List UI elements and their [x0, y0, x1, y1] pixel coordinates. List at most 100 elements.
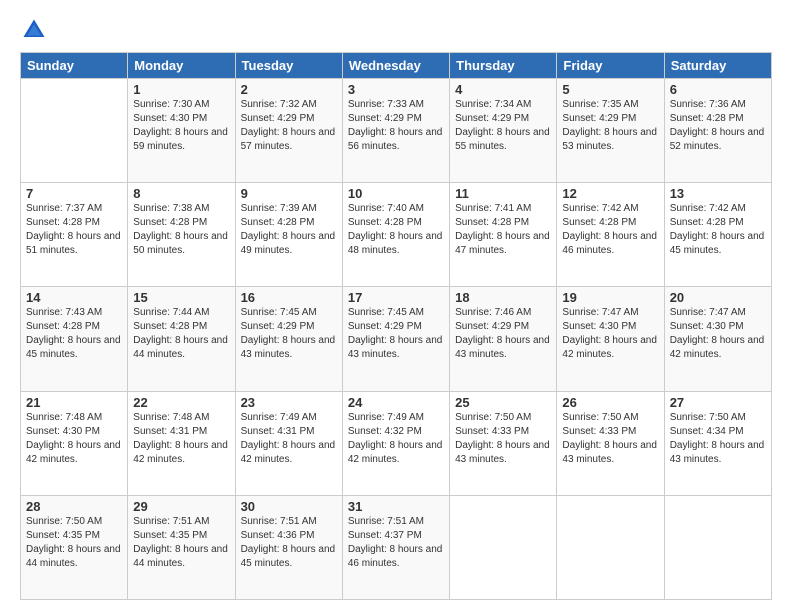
day-number: 3 [348, 82, 444, 97]
day-info: Sunrise: 7:48 AMSunset: 4:31 PMDaylight:… [133, 411, 229, 467]
calendar-cell: 14Sunrise: 7:43 AMSunset: 4:28 PMDayligh… [21, 287, 128, 391]
calendar-cell [450, 495, 557, 599]
calendar-cell: 20Sunrise: 7:47 AMSunset: 4:30 PMDayligh… [664, 287, 771, 391]
day-number: 29 [133, 499, 229, 514]
day-info: Sunrise: 7:50 AMSunset: 4:33 PMDaylight:… [562, 411, 658, 467]
day-number: 12 [562, 186, 658, 201]
calendar-cell: 18Sunrise: 7:46 AMSunset: 4:29 PMDayligh… [450, 287, 557, 391]
day-info: Sunrise: 7:37 AMSunset: 4:28 PMDaylight:… [26, 202, 122, 258]
calendar-week-row: 7Sunrise: 7:37 AMSunset: 4:28 PMDaylight… [21, 183, 772, 287]
day-info: Sunrise: 7:48 AMSunset: 4:30 PMDaylight:… [26, 411, 122, 467]
calendar-week-row: 1Sunrise: 7:30 AMSunset: 4:30 PMDaylight… [21, 79, 772, 183]
calendar-cell: 26Sunrise: 7:50 AMSunset: 4:33 PMDayligh… [557, 391, 664, 495]
calendar-cell: 28Sunrise: 7:50 AMSunset: 4:35 PMDayligh… [21, 495, 128, 599]
calendar-header-thursday: Thursday [450, 53, 557, 79]
calendar-table: SundayMondayTuesdayWednesdayThursdayFrid… [20, 52, 772, 600]
header [20, 16, 772, 44]
day-number: 26 [562, 395, 658, 410]
day-info: Sunrise: 7:42 AMSunset: 4:28 PMDaylight:… [562, 202, 658, 258]
day-info: Sunrise: 7:47 AMSunset: 4:30 PMDaylight:… [562, 306, 658, 362]
day-number: 27 [670, 395, 766, 410]
calendar-cell: 8Sunrise: 7:38 AMSunset: 4:28 PMDaylight… [128, 183, 235, 287]
calendar-cell: 1Sunrise: 7:30 AMSunset: 4:30 PMDaylight… [128, 79, 235, 183]
day-number: 2 [241, 82, 337, 97]
calendar-header-saturday: Saturday [664, 53, 771, 79]
day-info: Sunrise: 7:42 AMSunset: 4:28 PMDaylight:… [670, 202, 766, 258]
day-info: Sunrise: 7:44 AMSunset: 4:28 PMDaylight:… [133, 306, 229, 362]
day-number: 19 [562, 290, 658, 305]
day-info: Sunrise: 7:40 AMSunset: 4:28 PMDaylight:… [348, 202, 444, 258]
calendar-cell: 29Sunrise: 7:51 AMSunset: 4:35 PMDayligh… [128, 495, 235, 599]
day-info: Sunrise: 7:35 AMSunset: 4:29 PMDaylight:… [562, 98, 658, 154]
day-info: Sunrise: 7:50 AMSunset: 4:33 PMDaylight:… [455, 411, 551, 467]
day-info: Sunrise: 7:39 AMSunset: 4:28 PMDaylight:… [241, 202, 337, 258]
calendar-cell: 13Sunrise: 7:42 AMSunset: 4:28 PMDayligh… [664, 183, 771, 287]
calendar-cell: 30Sunrise: 7:51 AMSunset: 4:36 PMDayligh… [235, 495, 342, 599]
day-info: Sunrise: 7:51 AMSunset: 4:36 PMDaylight:… [241, 515, 337, 571]
day-number: 23 [241, 395, 337, 410]
day-info: Sunrise: 7:51 AMSunset: 4:35 PMDaylight:… [133, 515, 229, 571]
day-info: Sunrise: 7:50 AMSunset: 4:35 PMDaylight:… [26, 515, 122, 571]
logo-area [20, 16, 50, 44]
calendar-cell: 6Sunrise: 7:36 AMSunset: 4:28 PMDaylight… [664, 79, 771, 183]
day-info: Sunrise: 7:38 AMSunset: 4:28 PMDaylight:… [133, 202, 229, 258]
day-info: Sunrise: 7:36 AMSunset: 4:28 PMDaylight:… [670, 98, 766, 154]
calendar-cell: 12Sunrise: 7:42 AMSunset: 4:28 PMDayligh… [557, 183, 664, 287]
calendar-header-friday: Friday [557, 53, 664, 79]
day-info: Sunrise: 7:32 AMSunset: 4:29 PMDaylight:… [241, 98, 337, 154]
calendar-week-row: 14Sunrise: 7:43 AMSunset: 4:28 PMDayligh… [21, 287, 772, 391]
calendar-week-row: 21Sunrise: 7:48 AMSunset: 4:30 PMDayligh… [21, 391, 772, 495]
calendar-cell: 10Sunrise: 7:40 AMSunset: 4:28 PMDayligh… [342, 183, 449, 287]
calendar-cell [664, 495, 771, 599]
calendar-header-row: SundayMondayTuesdayWednesdayThursdayFrid… [21, 53, 772, 79]
day-info: Sunrise: 7:45 AMSunset: 4:29 PMDaylight:… [348, 306, 444, 362]
calendar-cell: 15Sunrise: 7:44 AMSunset: 4:28 PMDayligh… [128, 287, 235, 391]
calendar-header-monday: Monday [128, 53, 235, 79]
calendar-cell: 3Sunrise: 7:33 AMSunset: 4:29 PMDaylight… [342, 79, 449, 183]
calendar-cell: 17Sunrise: 7:45 AMSunset: 4:29 PMDayligh… [342, 287, 449, 391]
day-number: 18 [455, 290, 551, 305]
calendar-cell: 4Sunrise: 7:34 AMSunset: 4:29 PMDaylight… [450, 79, 557, 183]
calendar-cell: 19Sunrise: 7:47 AMSunset: 4:30 PMDayligh… [557, 287, 664, 391]
day-number: 16 [241, 290, 337, 305]
calendar-header-tuesday: Tuesday [235, 53, 342, 79]
day-number: 25 [455, 395, 551, 410]
day-number: 8 [133, 186, 229, 201]
day-number: 6 [670, 82, 766, 97]
day-number: 9 [241, 186, 337, 201]
day-info: Sunrise: 7:49 AMSunset: 4:32 PMDaylight:… [348, 411, 444, 467]
calendar-cell [21, 79, 128, 183]
day-number: 7 [26, 186, 122, 201]
day-info: Sunrise: 7:34 AMSunset: 4:29 PMDaylight:… [455, 98, 551, 154]
day-info: Sunrise: 7:30 AMSunset: 4:30 PMDaylight:… [133, 98, 229, 154]
calendar-cell: 5Sunrise: 7:35 AMSunset: 4:29 PMDaylight… [557, 79, 664, 183]
calendar-cell: 21Sunrise: 7:48 AMSunset: 4:30 PMDayligh… [21, 391, 128, 495]
day-number: 17 [348, 290, 444, 305]
day-info: Sunrise: 7:47 AMSunset: 4:30 PMDaylight:… [670, 306, 766, 362]
day-number: 22 [133, 395, 229, 410]
calendar-cell: 31Sunrise: 7:51 AMSunset: 4:37 PMDayligh… [342, 495, 449, 599]
day-number: 30 [241, 499, 337, 514]
day-info: Sunrise: 7:51 AMSunset: 4:37 PMDaylight:… [348, 515, 444, 571]
day-info: Sunrise: 7:50 AMSunset: 4:34 PMDaylight:… [670, 411, 766, 467]
calendar-cell: 24Sunrise: 7:49 AMSunset: 4:32 PMDayligh… [342, 391, 449, 495]
day-number: 20 [670, 290, 766, 305]
calendar-header-sunday: Sunday [21, 53, 128, 79]
day-number: 5 [562, 82, 658, 97]
day-info: Sunrise: 7:41 AMSunset: 4:28 PMDaylight:… [455, 202, 551, 258]
day-number: 15 [133, 290, 229, 305]
calendar-cell: 27Sunrise: 7:50 AMSunset: 4:34 PMDayligh… [664, 391, 771, 495]
logo-icon [20, 16, 48, 44]
day-info: Sunrise: 7:43 AMSunset: 4:28 PMDaylight:… [26, 306, 122, 362]
day-number: 11 [455, 186, 551, 201]
calendar-cell: 25Sunrise: 7:50 AMSunset: 4:33 PMDayligh… [450, 391, 557, 495]
day-number: 10 [348, 186, 444, 201]
calendar-week-row: 28Sunrise: 7:50 AMSunset: 4:35 PMDayligh… [21, 495, 772, 599]
calendar-header-wednesday: Wednesday [342, 53, 449, 79]
day-info: Sunrise: 7:45 AMSunset: 4:29 PMDaylight:… [241, 306, 337, 362]
day-info: Sunrise: 7:46 AMSunset: 4:29 PMDaylight:… [455, 306, 551, 362]
calendar-cell: 7Sunrise: 7:37 AMSunset: 4:28 PMDaylight… [21, 183, 128, 287]
day-info: Sunrise: 7:33 AMSunset: 4:29 PMDaylight:… [348, 98, 444, 154]
calendar-cell: 23Sunrise: 7:49 AMSunset: 4:31 PMDayligh… [235, 391, 342, 495]
day-number: 28 [26, 499, 122, 514]
